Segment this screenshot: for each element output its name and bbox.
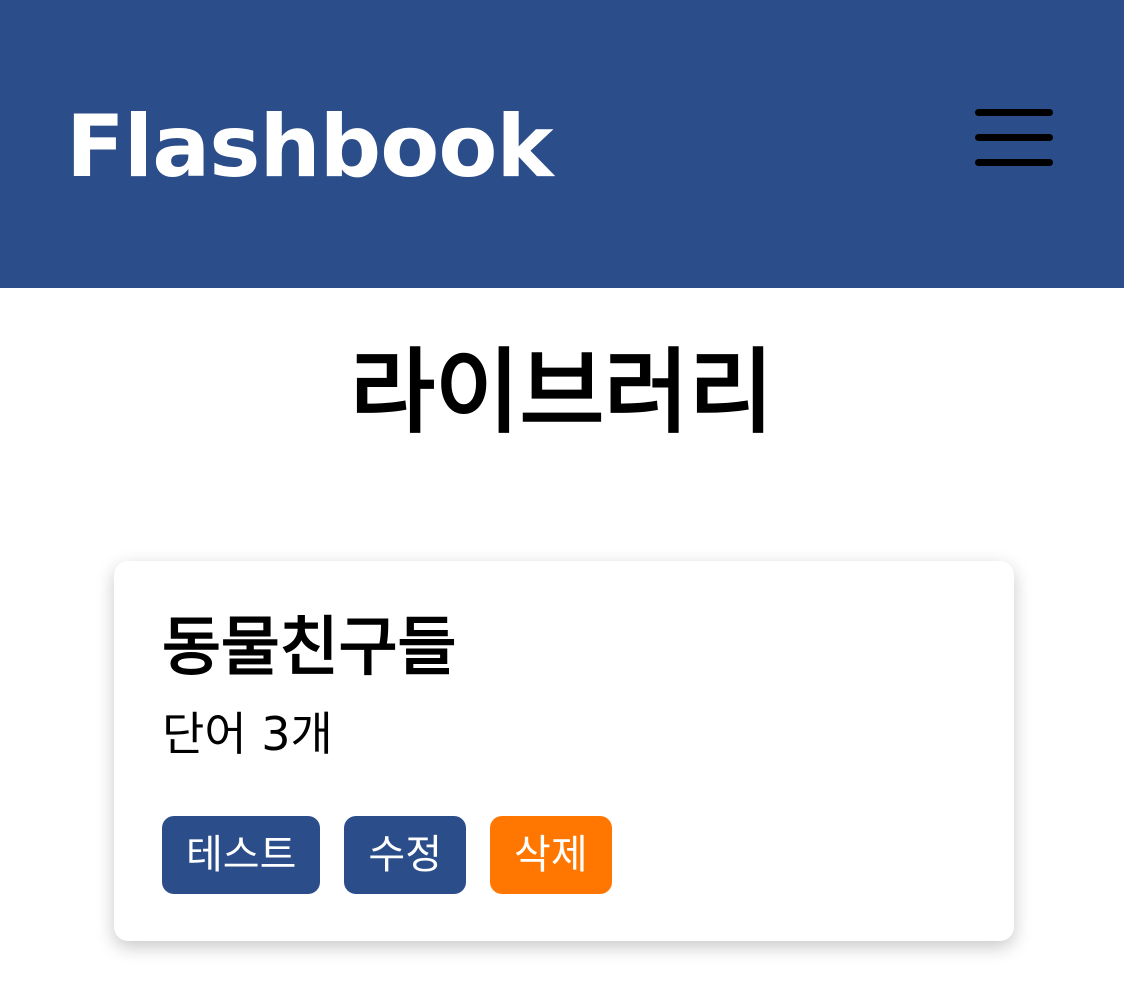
hamburger-menu-button[interactable] (972, 106, 1056, 170)
word-count: 단어 3개 (162, 707, 333, 761)
menu-bar-middle (975, 134, 1053, 141)
wordbook-title: 동물친구들 (162, 611, 457, 685)
app-header: Flashbook (0, 0, 1124, 288)
app-logo[interactable]: Flashbook (66, 104, 554, 190)
menu-bar-top (975, 109, 1053, 116)
card-actions: 테스트 수정 삭제 (162, 816, 612, 894)
test-button[interactable]: 테스트 (162, 816, 321, 894)
menu-bar-bottom (975, 159, 1053, 166)
page-title: 라이브러리 (350, 339, 774, 446)
delete-button[interactable]: 삭제 (490, 816, 612, 894)
wordbook-card: 동물친구들 단어 3개 테스트 수정 삭제 (114, 561, 1014, 941)
edit-button[interactable]: 수정 (344, 816, 467, 894)
